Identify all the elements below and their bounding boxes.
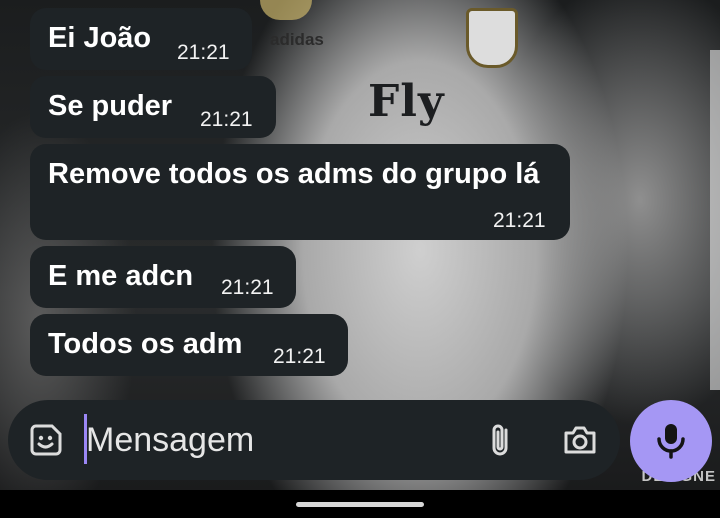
message-bubble[interactable]: Remove todos os adms do grupo lá 21:21 (30, 144, 570, 240)
message-time: 21:21 (493, 209, 546, 232)
message-bubble[interactable]: Ei João 21:21 (30, 8, 252, 70)
system-navigation-bar (0, 490, 720, 518)
message-bubble[interactable]: Todos os adm 21:21 (30, 314, 348, 376)
camera-icon[interactable] (560, 420, 600, 460)
message-text: E me adcn (48, 260, 194, 292)
message-text: Se puder (48, 90, 173, 122)
message-time: 21:21 (273, 345, 326, 368)
message-input[interactable] (84, 416, 446, 464)
message-text: Ei João (48, 22, 152, 54)
message-time: 21:21 (177, 41, 230, 64)
message-bubble[interactable]: Se puder 21:21 (30, 76, 276, 138)
message-text: Todos os adm (48, 328, 243, 360)
message-composer (8, 400, 620, 480)
paperclip-icon[interactable] (482, 420, 522, 460)
message-bubble[interactable]: E me adcn 21:21 (30, 246, 296, 308)
jersey-badge (260, 0, 312, 20)
microphone-button[interactable] (630, 400, 712, 482)
sticker-icon[interactable] (28, 422, 64, 458)
microphone-icon (657, 424, 685, 459)
message-time: 21:21 (221, 276, 274, 299)
wallpaper-stripe (710, 50, 720, 390)
message-time: 21:21 (200, 108, 253, 131)
message-text: Remove todos os adms do grupo lá (48, 158, 540, 190)
jersey-brand-text: adidas (270, 30, 324, 49)
club-crest (466, 8, 518, 68)
home-indicator[interactable] (296, 502, 424, 507)
jersey-sponsor-text: Fly (368, 76, 445, 127)
